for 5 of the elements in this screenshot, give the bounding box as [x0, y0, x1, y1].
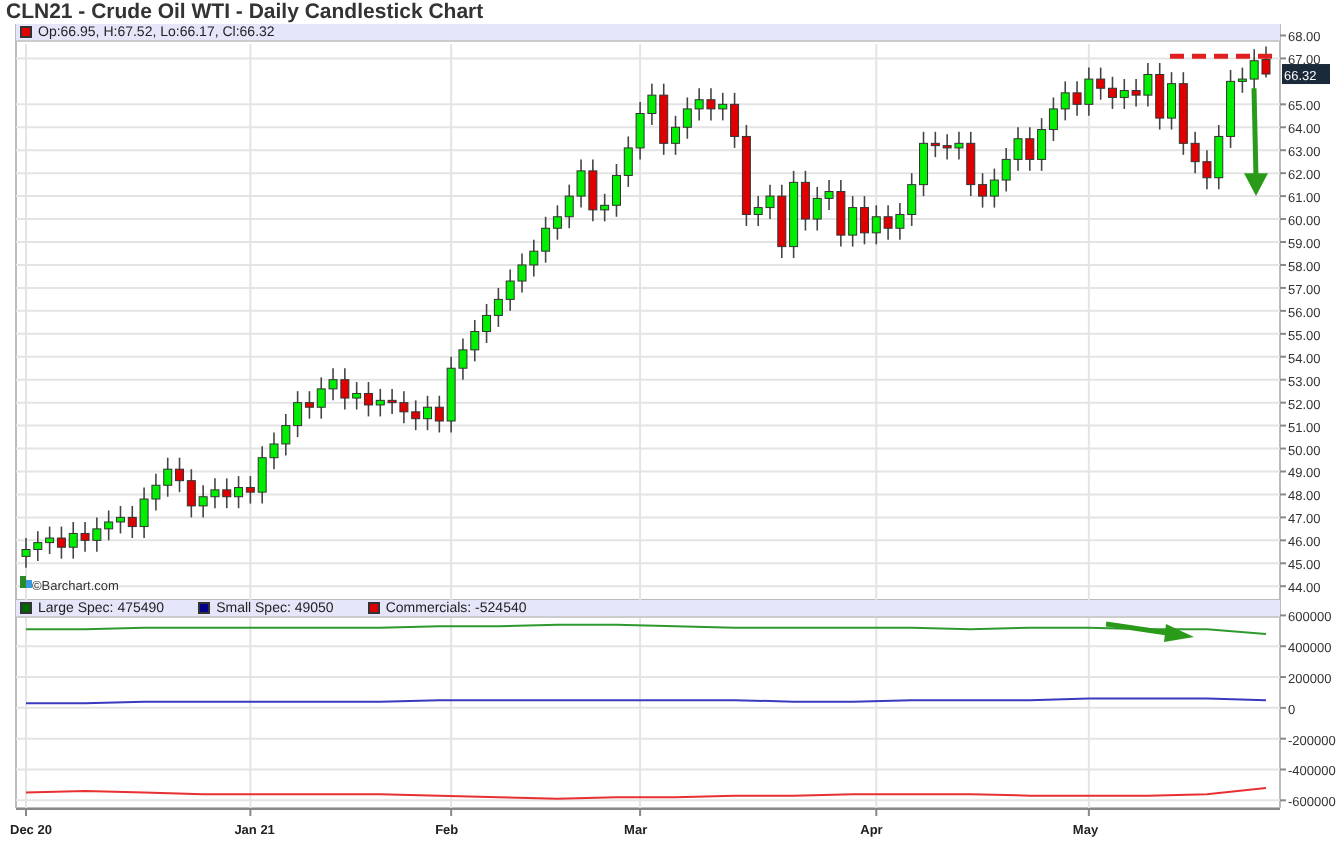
down-arrow [1244, 88, 1268, 197]
chart-title: CLN21 - Crude Oil WTI - Daily Candlestick Chart [4, 0, 486, 24]
legend-swatch-icon [20, 26, 32, 38]
trend-arrow [1105, 621, 1194, 642]
barchart-logo-icon [20, 576, 32, 588]
